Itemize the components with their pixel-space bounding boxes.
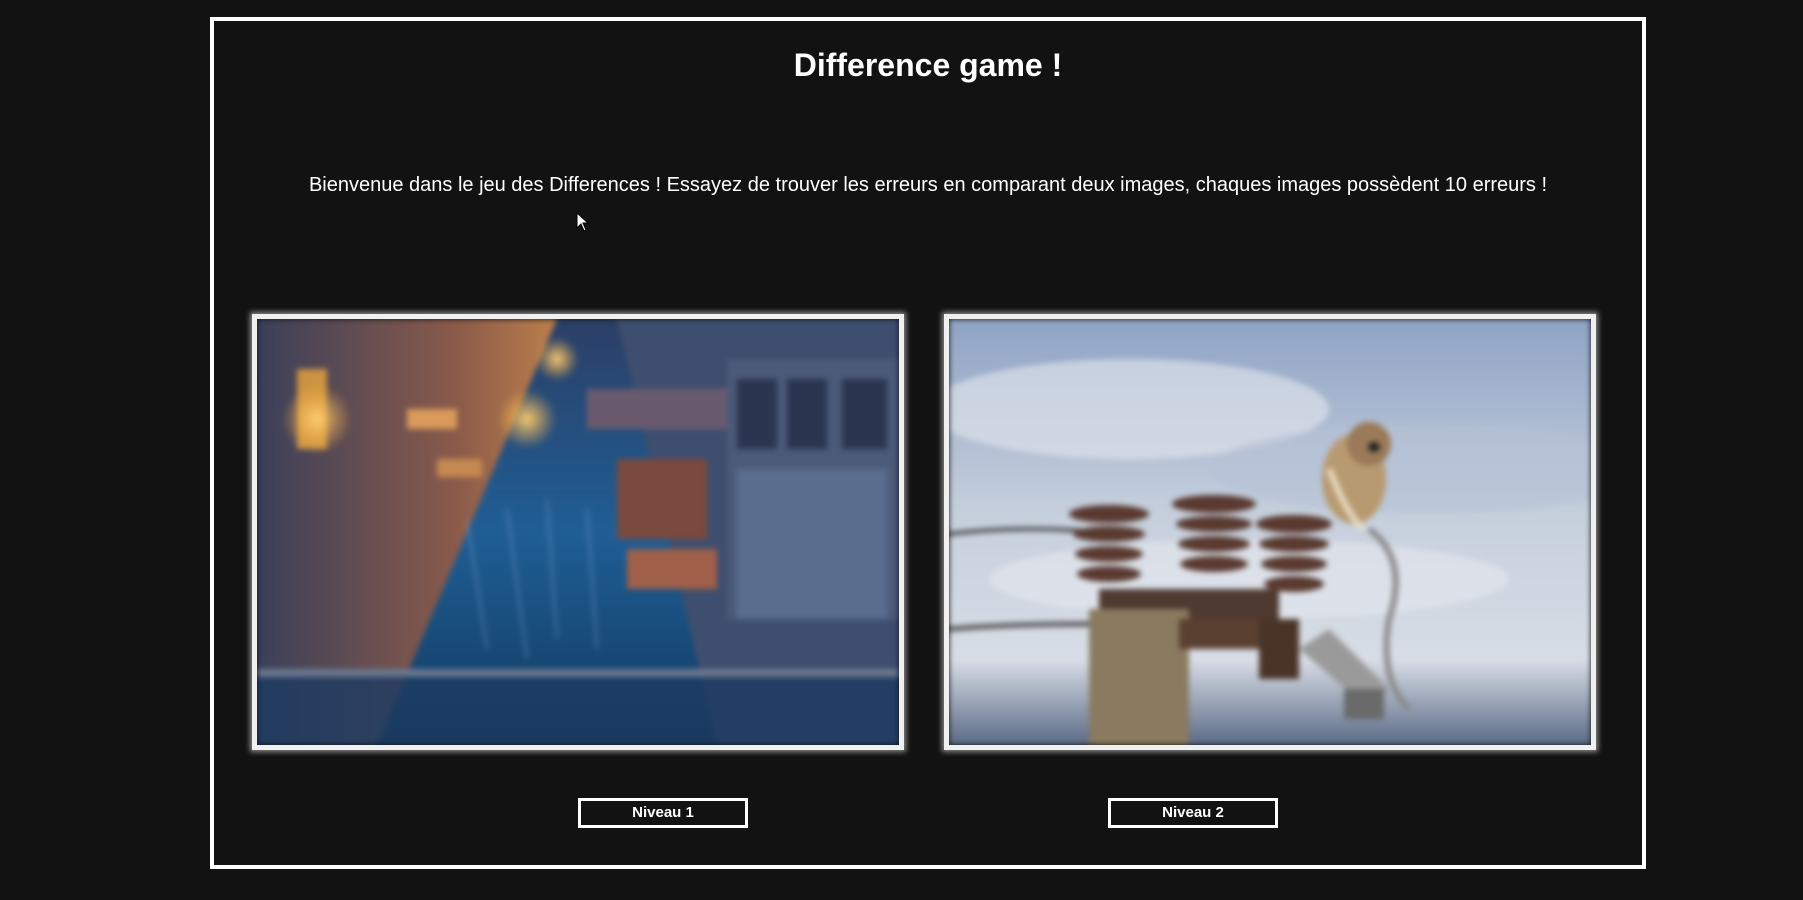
- canal-street-picture: [257, 319, 899, 745]
- level-2-button[interactable]: Niveau 2: [1108, 798, 1278, 828]
- owl-insulators-picture: [949, 319, 1591, 745]
- level-1-button[interactable]: Niveau 1: [578, 798, 748, 828]
- intro-text: Bienvenue dans le jeu des Differences ! …: [308, 174, 1548, 196]
- mouse-pointer-icon: [576, 212, 590, 232]
- level-2-image[interactable]: [944, 314, 1596, 750]
- game-frame: Difference game ! Bienvenue dans le jeu …: [210, 17, 1646, 869]
- page-title: Difference game !: [793, 47, 1063, 83]
- level-1-image[interactable]: [252, 314, 904, 750]
